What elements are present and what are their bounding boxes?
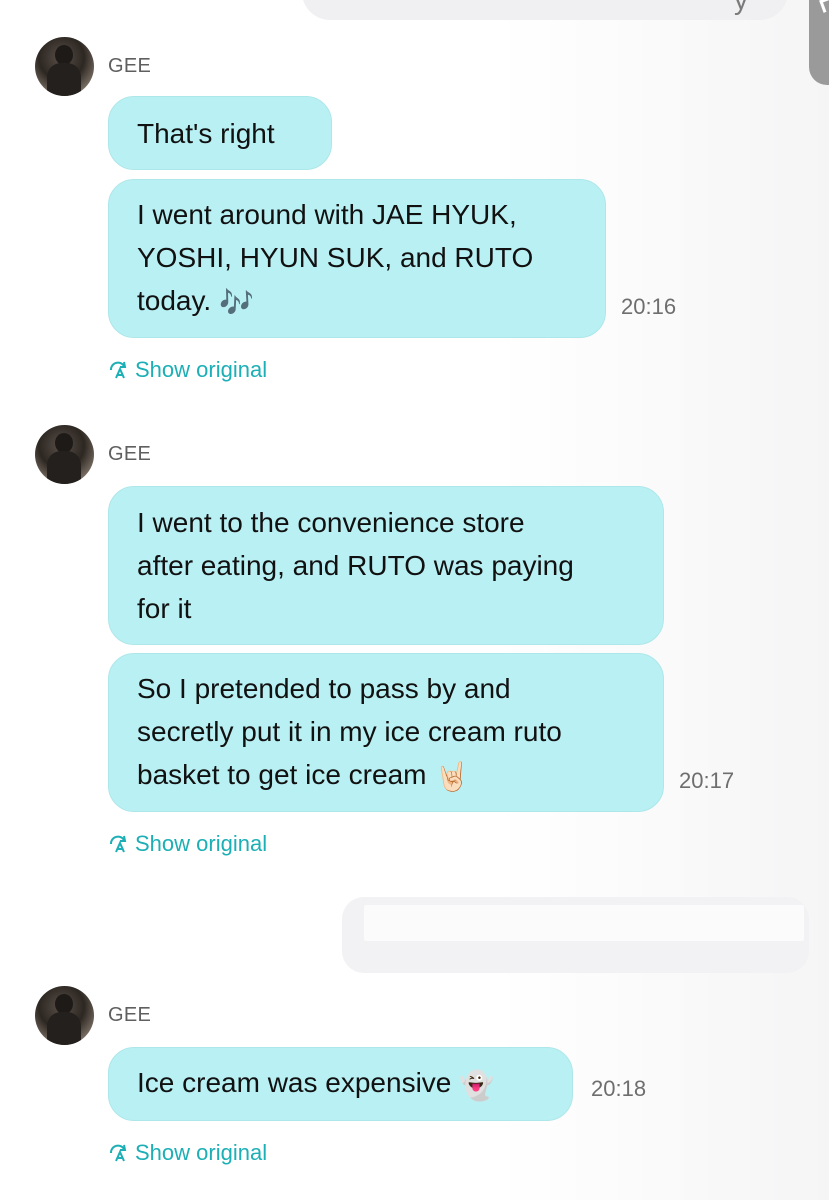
message-bubble[interactable]: I went around with JAE HYUK, YOSHI, HYUN… (108, 179, 606, 338)
music-notes-icon: 🎶 (219, 287, 255, 319)
previous-message-text: y (734, 0, 748, 16)
sender-name: GEE (108, 443, 152, 465)
message-timestamp: 20:18 (591, 1076, 647, 1101)
message-timestamp: 20:16 (621, 294, 677, 319)
message-text: That's right (137, 117, 275, 149)
rock-hand-icon: 🤘🏻 (434, 761, 470, 793)
message-bubble[interactable]: So I pretended to pass by and secretly p… (108, 653, 664, 812)
translate-icon (110, 1144, 127, 1162)
message-text: Ice cream was expensive 👻 (137, 1061, 494, 1106)
show-original-label: Show original (135, 1140, 268, 1165)
show-original-link[interactable]: Show original (108, 357, 267, 383)
sender-avatar[interactable] (35, 986, 94, 1045)
translate-icon (110, 361, 127, 379)
message-bubble[interactable]: Ice cream was expensive 👻 (108, 1047, 573, 1121)
message-bubble[interactable]: I went to the convenience store after ea… (108, 486, 664, 645)
own-message-bubble[interactable] (342, 897, 809, 973)
show-original-link[interactable]: Show original (108, 1140, 267, 1166)
message-text: I went around with JAE HYUK, YOSHI, HYUN… (137, 193, 533, 324)
chevron-icon (819, 0, 829, 13)
show-original-label: Show original (135, 831, 268, 856)
previous-message-bubble: y (302, 0, 788, 20)
message-text: So I pretended to pass by and secretly p… (137, 667, 562, 798)
sender-name: GEE (108, 1004, 152, 1026)
show-original-link[interactable]: Show original (108, 831, 267, 857)
redacted-text (364, 905, 804, 941)
show-original-label: Show original (135, 357, 268, 382)
message-bubble[interactable]: That's right (108, 96, 332, 170)
sender-avatar[interactable] (35, 37, 94, 96)
translate-icon (110, 835, 127, 853)
sender-avatar[interactable] (35, 425, 94, 484)
message-timestamp: 20:17 (679, 768, 735, 793)
message-text: I went to the convenience store after ea… (137, 507, 574, 624)
ghost-icon: 👻 (459, 1069, 495, 1101)
back-tab[interactable] (809, 0, 829, 85)
sender-name: GEE (108, 55, 152, 77)
